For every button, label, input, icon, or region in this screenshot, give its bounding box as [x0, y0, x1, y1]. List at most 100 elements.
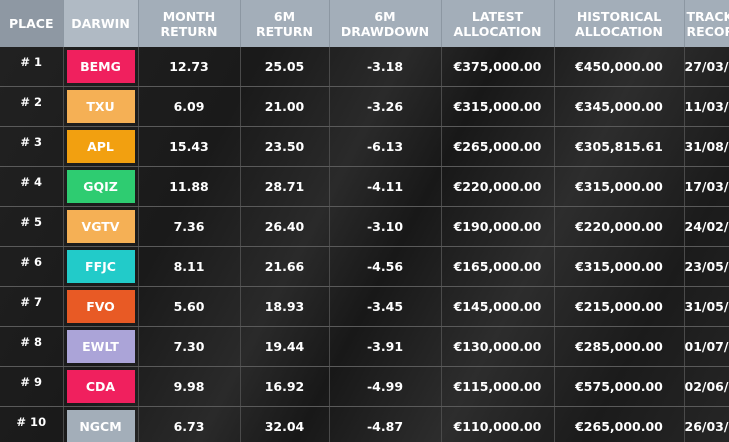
six-m-drawdown-cell: -4.11 — [329, 166, 442, 207]
month-return-cell: 6.09 — [138, 86, 241, 127]
table-row: # 7 FVO 5.60 18.93 -3.45 €145,000.00 €215,000.… — [0, 286, 729, 327]
header-6m-drawdown-line1: 6M — [374, 8, 396, 24]
darwin-cell: APL — [63, 126, 139, 167]
darwin-cell: BEMG — [63, 47, 139, 87]
track-record-cell: 31/08/20 — [684, 126, 729, 167]
ranking-table: PLACE DARWIN MONTH RETURN 6M RETURN 6M D… — [0, 0, 729, 442]
place-cell: # 2 — [0, 86, 64, 127]
latest-allocation-cell: €220,000.00 — [441, 166, 555, 207]
header-darwin: DARWIN — [63, 0, 139, 47]
month-return-cell: 7.36 — [138, 206, 241, 247]
darwin-tag[interactable]: EWLT — [66, 330, 135, 363]
darwin-tag[interactable]: APL — [66, 130, 135, 163]
header-6m-drawdown: 6M DRAWDOWN — [329, 0, 442, 47]
header-track-record-line1: TRACK — [686, 8, 729, 24]
darwin-cell: FFJC — [63, 246, 139, 287]
six-m-return-cell: 19.44 — [240, 326, 330, 367]
six-m-return-cell: 23.50 — [240, 126, 330, 167]
track-record-cell: 24/02/25 — [684, 206, 729, 247]
six-m-return-cell: 25.05 — [240, 47, 330, 87]
place-cell: # 5 — [0, 206, 64, 247]
darwin-tag[interactable]: FFJC — [66, 250, 135, 283]
darwin-cell: CDA — [63, 366, 139, 407]
darwin-tag[interactable]: GQIZ — [66, 170, 135, 203]
header-6m-drawdown-line2: DRAWDOWN — [340, 23, 430, 39]
latest-allocation-cell: €130,000.00 — [441, 326, 555, 367]
darwin-tag[interactable]: TXU — [66, 90, 135, 123]
month-return-cell: 11.88 — [138, 166, 241, 207]
header-latest-allocation-line2: ALLOCATION — [453, 23, 542, 39]
header-historical-allocation: HISTORICAL ALLOCATION — [554, 0, 685, 47]
header-place: PLACE — [0, 0, 64, 47]
historical-allocation-cell: €315,000.00 — [554, 166, 685, 207]
latest-allocation-cell: €145,000.00 — [441, 286, 555, 327]
latest-allocation-cell: €315,000.00 — [441, 86, 555, 127]
table-row: # 5 VGTV 7.36 26.40 -3.10 €190,000.00 €220,000… — [0, 206, 729, 247]
darwin-cell: FVO — [63, 286, 139, 327]
header-month-return-line1: MONTH — [162, 8, 216, 24]
latest-allocation-cell: €110,000.00 — [441, 406, 555, 442]
header-track-record: TRACK RECORD — [684, 0, 729, 47]
darwin-tag[interactable]: CDA — [66, 370, 135, 403]
six-m-drawdown-cell: -3.18 — [329, 47, 442, 87]
darwin-tag[interactable]: VGTV — [66, 210, 135, 243]
month-return-cell: 15.43 — [138, 126, 241, 167]
historical-allocation-cell: €315,000.00 — [554, 246, 685, 287]
historical-allocation-cell: €575,000.00 — [554, 366, 685, 407]
month-return-cell: 9.98 — [138, 366, 241, 407]
six-m-return-cell: 26.40 — [240, 206, 330, 247]
table-body: # 1 BEMG 12.73 25.05 -3.18 €375,000.00 €450,00… — [0, 47, 729, 442]
header-latest-allocation: LATEST ALLOCATION — [441, 0, 555, 47]
six-m-drawdown-cell: -4.87 — [329, 406, 442, 442]
track-record-cell: 02/06/23 — [684, 366, 729, 407]
header-historical-allocation-line2: ALLOCATION — [575, 23, 663, 39]
six-m-return-cell: 28.71 — [240, 166, 330, 207]
six-m-drawdown-cell: -3.26 — [329, 86, 442, 127]
six-m-return-cell: 21.00 — [240, 86, 330, 127]
table-row: # 3 APL 15.43 23.50 -6.13 €265,000.00 €305,815… — [0, 126, 729, 167]
header-latest-allocation-line1: LATEST — [471, 8, 524, 24]
table-row: # 2 TXU 6.09 21.00 -3.26 €315,000.00 €345,000.… — [0, 86, 729, 127]
darwin-cell: GQIZ — [63, 166, 139, 207]
place-cell: # 7 — [0, 286, 64, 327]
place-cell: # 6 — [0, 246, 64, 287]
six-m-return-cell: 32.04 — [240, 406, 330, 442]
track-record-cell: 27/03/24 — [684, 47, 729, 87]
darwin-tag[interactable]: BEMG — [66, 50, 135, 83]
ranking-board: PLACE DARWIN MONTH RETURN 6M RETURN 6M D… — [0, 0, 729, 442]
header-historical-allocation-line1: HISTORICAL — [576, 8, 662, 24]
place-cell: # 9 — [0, 366, 64, 407]
table-row: # 8 EWLT 7.30 19.44 -3.91 €130,000.00 €285,000… — [0, 326, 729, 367]
table-row: # 1 BEMG 12.73 25.05 -3.18 €375,000.00 €450,00… — [0, 47, 729, 87]
header-row: PLACE DARWIN MONTH RETURN 6M RETURN 6M D… — [0, 0, 729, 47]
month-return-cell: 8.11 — [138, 246, 241, 287]
darwin-tag[interactable]: NGCM — [66, 410, 135, 442]
historical-allocation-cell: €450,000.00 — [554, 47, 685, 87]
darwin-cell: TXU — [63, 86, 139, 127]
six-m-drawdown-cell: -4.56 — [329, 246, 442, 287]
latest-allocation-cell: €265,000.00 — [441, 126, 555, 167]
header-6m-return-line1: 6M — [273, 8, 296, 24]
place-cell: # 1 — [0, 47, 64, 87]
darwin-tag[interactable]: FVO — [66, 290, 135, 323]
latest-allocation-cell: €165,000.00 — [441, 246, 555, 287]
six-m-drawdown-cell: -3.91 — [329, 326, 442, 367]
historical-allocation-cell: €305,815.61 — [554, 126, 685, 167]
track-record-cell: 26/03/25 — [684, 406, 729, 442]
six-m-drawdown-cell: -6.13 — [329, 126, 442, 167]
six-m-drawdown-cell: -3.10 — [329, 206, 442, 247]
header-month-return: MONTH RETURN — [138, 0, 241, 47]
historical-allocation-cell: €265,000.00 — [554, 406, 685, 442]
place-cell: # 4 — [0, 166, 64, 207]
six-m-return-cell: 21.66 — [240, 246, 330, 287]
header-track-record-line2: RECORD — [686, 23, 729, 39]
place-cell: # 10 — [0, 406, 64, 442]
six-m-drawdown-cell: -4.99 — [329, 366, 442, 407]
six-m-return-cell: 18.93 — [240, 286, 330, 327]
track-record-cell: 01/07/24 — [684, 326, 729, 367]
six-m-drawdown-cell: -3.45 — [329, 286, 442, 327]
month-return-cell: 6.73 — [138, 406, 241, 442]
track-record-cell: 31/05/21 — [684, 286, 729, 327]
six-m-return-cell: 16.92 — [240, 366, 330, 407]
header-month-return-line2: RETURN — [160, 23, 218, 39]
